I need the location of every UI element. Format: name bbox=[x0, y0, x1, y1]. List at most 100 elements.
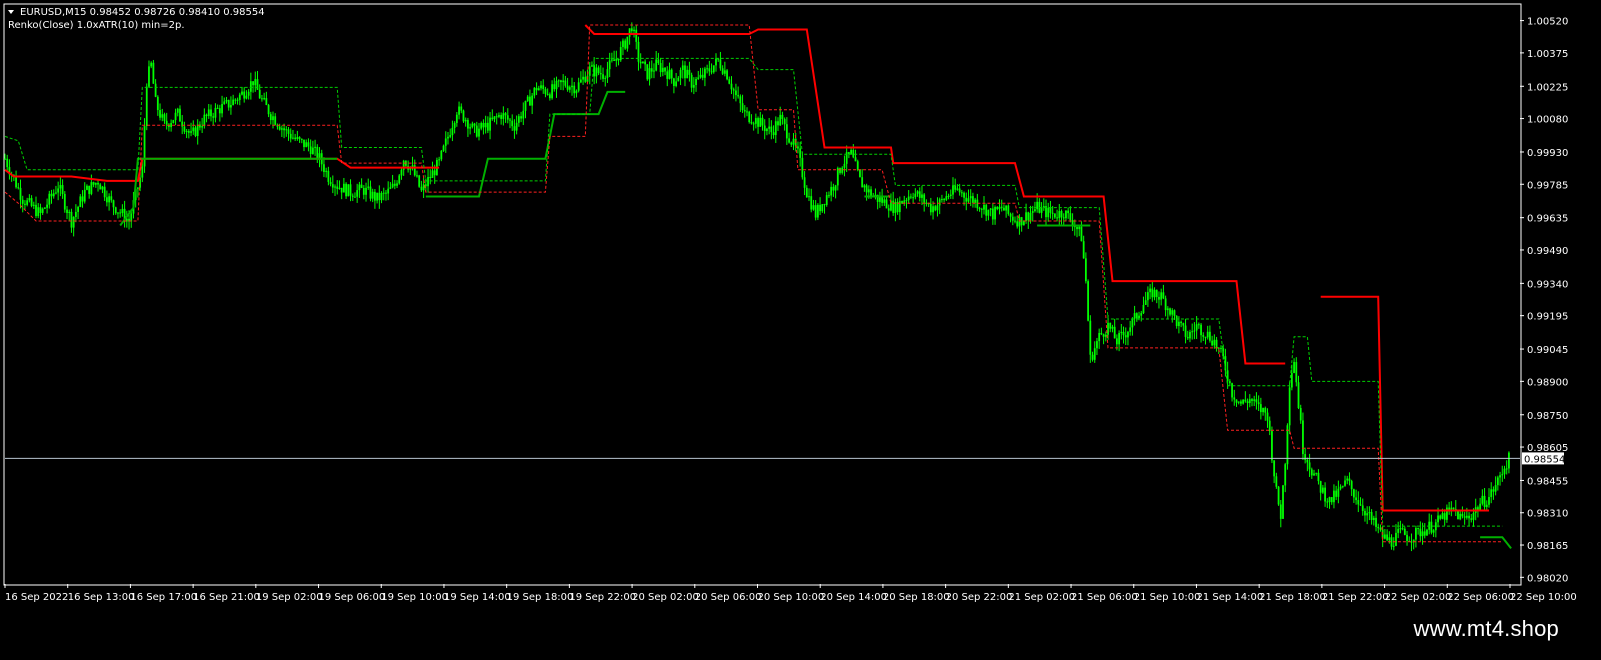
candle-body bbox=[1078, 226, 1081, 230]
candle bbox=[1087, 279, 1089, 322]
candle-body bbox=[921, 194, 923, 198]
candle-body bbox=[1011, 216, 1014, 221]
candle-body bbox=[1306, 459, 1309, 463]
candle-body bbox=[1273, 460, 1276, 477]
candle-body bbox=[35, 204, 37, 217]
chart-frame[interactable]: EURUSD,M15 0.98452 0.98726 0.98410 0.985… bbox=[0, 0, 1601, 618]
candle-body bbox=[458, 106, 460, 115]
candle-body bbox=[978, 208, 981, 210]
candle-body bbox=[294, 137, 297, 140]
candle bbox=[1282, 484, 1284, 519]
candle-body bbox=[1053, 213, 1056, 218]
candle-body bbox=[1111, 326, 1114, 329]
candle-body bbox=[376, 192, 379, 201]
candle-body bbox=[1007, 205, 1010, 214]
candle-body bbox=[1485, 504, 1488, 507]
candle-body bbox=[799, 148, 802, 158]
candle-body bbox=[712, 65, 715, 73]
candle-body bbox=[289, 133, 292, 139]
candle-body bbox=[1430, 521, 1433, 533]
candle-body bbox=[252, 81, 254, 86]
x-tick-label: 22 Sep 02:00 bbox=[1385, 592, 1452, 603]
candle-body bbox=[732, 89, 735, 91]
candle-body bbox=[861, 177, 864, 188]
candle-body bbox=[1377, 526, 1380, 529]
candle-body bbox=[300, 138, 303, 140]
candle-body bbox=[719, 59, 722, 69]
candle-body bbox=[723, 70, 726, 74]
candle-body bbox=[1505, 468, 1508, 470]
candle-body bbox=[272, 116, 274, 121]
candle-body bbox=[582, 76, 584, 80]
candle-body bbox=[985, 204, 988, 216]
candle-body bbox=[947, 195, 950, 197]
candle-body bbox=[1439, 515, 1442, 519]
candle-body bbox=[909, 196, 912, 198]
candle-body bbox=[560, 80, 562, 83]
candle-body bbox=[442, 145, 445, 151]
candle-body bbox=[1317, 472, 1320, 482]
candle-body bbox=[1029, 212, 1032, 221]
x-tick-label: 20 Sep 18:00 bbox=[883, 592, 950, 603]
candle-body bbox=[686, 69, 689, 79]
candle-body bbox=[1215, 339, 1218, 348]
candle-body bbox=[201, 126, 204, 128]
candle-body bbox=[816, 204, 819, 218]
candle-body bbox=[653, 70, 655, 72]
candle-body bbox=[1155, 289, 1158, 297]
candle-body bbox=[170, 123, 173, 128]
candle-body bbox=[1341, 485, 1344, 487]
candle-body bbox=[1357, 500, 1360, 505]
candle-body bbox=[1364, 510, 1366, 516]
candle-body bbox=[172, 120, 175, 124]
candle-body bbox=[785, 124, 788, 139]
candle-body bbox=[1395, 532, 1397, 546]
candle-body bbox=[150, 62, 153, 67]
candle-body bbox=[1501, 474, 1504, 476]
candle-body bbox=[522, 110, 525, 119]
x-tick-label: 20 Sep 10:00 bbox=[758, 592, 825, 603]
candle-body bbox=[781, 114, 784, 119]
candle-body bbox=[540, 85, 542, 89]
candle-body bbox=[187, 131, 190, 133]
candle-body bbox=[597, 67, 600, 74]
candle-body bbox=[571, 85, 573, 88]
candle-body bbox=[1284, 464, 1287, 486]
candle-body bbox=[770, 126, 773, 133]
candle-body bbox=[210, 109, 212, 117]
candle-body bbox=[329, 181, 332, 185]
candle-body bbox=[790, 142, 793, 145]
candle-body bbox=[145, 86, 148, 127]
candle-body bbox=[1204, 336, 1207, 338]
candle-body bbox=[1313, 473, 1315, 476]
candle bbox=[172, 119, 175, 124]
candle-body bbox=[812, 205, 815, 210]
candle-body bbox=[121, 208, 124, 213]
candle-body bbox=[278, 126, 281, 130]
candle-body bbox=[1490, 489, 1493, 498]
candle-body bbox=[427, 177, 429, 187]
candle-body bbox=[529, 96, 531, 106]
price-chart[interactable]: EURUSD,M15 0.98452 0.98726 0.98410 0.985… bbox=[0, 0, 1601, 618]
candle-body bbox=[55, 192, 57, 194]
candle-body bbox=[484, 122, 487, 128]
candle-body bbox=[221, 104, 223, 114]
candle-body bbox=[1503, 468, 1506, 475]
candle-body bbox=[21, 199, 24, 204]
candle-body bbox=[1386, 534, 1389, 541]
candle-body bbox=[190, 131, 192, 133]
candle-body bbox=[949, 194, 952, 196]
candle-body bbox=[79, 196, 82, 207]
candle-body bbox=[772, 132, 775, 136]
candle-body bbox=[1446, 507, 1448, 520]
candle-body bbox=[1259, 404, 1262, 413]
x-tick-label: 19 Sep 22:00 bbox=[569, 592, 636, 603]
candle-body bbox=[94, 182, 97, 185]
candle bbox=[726, 68, 728, 81]
candle-body bbox=[1397, 528, 1400, 533]
candle-body bbox=[1240, 401, 1242, 404]
candle-body bbox=[967, 198, 970, 202]
candle-body bbox=[136, 187, 139, 189]
candle-body bbox=[1399, 528, 1402, 530]
candle-body bbox=[918, 191, 921, 198]
